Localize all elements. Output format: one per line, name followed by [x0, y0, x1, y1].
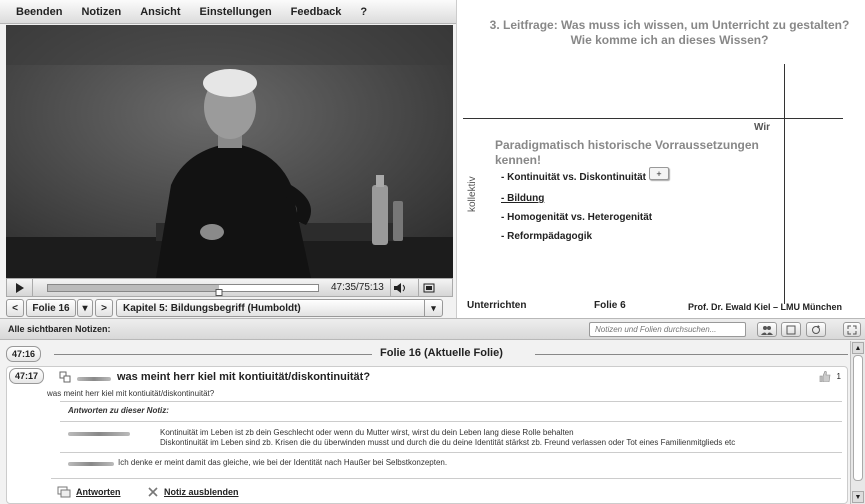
diagram-horizontal-axis: [463, 118, 843, 119]
reply-link[interactable]: Antworten: [57, 486, 121, 498]
bullet-bildung-text: - Bildung: [501, 193, 545, 204]
people-icon: [761, 325, 773, 335]
answer1-author-redacted: [68, 432, 130, 436]
slide-title-line2: Wie komme ich an dieses Wissen?: [570, 33, 769, 47]
document-icon: [786, 325, 796, 334]
expand-button[interactable]: [843, 322, 861, 337]
answers-section: Antworten zu dieser Notiz: Kontinuität i…: [54, 401, 844, 473]
menu-bar: Beenden Notizen Ansicht Einstellungen Fe…: [0, 0, 456, 24]
volume-button[interactable]: [389, 279, 412, 296]
scroll-thumb[interactable]: [853, 355, 863, 481]
slide-footer-right: Prof. Dr. Ewald Kiel – LMU München: [688, 302, 843, 312]
reply-icon: [57, 486, 71, 498]
refresh-icon: [812, 324, 820, 334]
seek-bar[interactable]: [47, 283, 319, 296]
notes-label: Alle sichtbaren Notizen:: [8, 324, 111, 334]
time-display: 47:35/75:13: [331, 282, 384, 293]
slide-footer-center: Folie 6: [594, 300, 626, 311]
prev-slide-button[interactable]: <: [6, 299, 24, 317]
player-controls: 47:35/75:13: [6, 278, 453, 297]
note-body: was meint herr kiel mit kontiuität/disko…: [47, 389, 215, 398]
filter-button[interactable]: [757, 322, 777, 337]
separator-line-right: [535, 354, 848, 355]
answer2-author-redacted: [68, 462, 114, 466]
refresh-button[interactable]: [806, 322, 826, 337]
fullscreen-button[interactable]: [417, 279, 440, 296]
seek-progress: [48, 284, 219, 291]
hide-label: Notiz ausblenden: [164, 487, 239, 497]
like-count: 1: [836, 372, 841, 381]
chapter-selector[interactable]: Kapitel 5: Bildungsbegriff (Humboldt) ▾: [116, 299, 443, 317]
note-timestamp-button[interactable]: 47:17: [9, 368, 45, 384]
export-button[interactable]: [781, 322, 801, 337]
fullscreen-icon: [423, 283, 435, 292]
slide-navigation: < Folie 16 ▾ > Kapitel 5: Bildungsbegrif…: [6, 299, 453, 317]
slide-view: 3. Leitfrage: Was muss ich wissen, um Un…: [456, 0, 865, 318]
bullet-homogenitaet: - Homogenität vs. Heterogenität: [501, 212, 653, 223]
video-frame: [6, 25, 453, 278]
menu-ansicht[interactable]: Ansicht: [140, 6, 180, 18]
answer1-line1: Kontinuität im Leben ist zb dein Geschle…: [160, 428, 574, 437]
scroll-down-icon[interactable]: ▼: [852, 491, 864, 503]
note-title: was meint herr kiel mit kontiuität/disko…: [117, 371, 371, 383]
expand-icon: [847, 325, 857, 334]
like-control[interactable]: 1: [819, 371, 841, 382]
slide-title: 3. Leitfrage: Was muss ich wissen, um Un…: [457, 18, 865, 48]
divider: [60, 452, 842, 453]
search-input[interactable]: [589, 322, 746, 337]
answers-heading: Antworten zu dieser Notiz:: [68, 406, 169, 415]
slide-selector[interactable]: Folie 16: [26, 299, 76, 317]
reply-label: Antworten: [76, 487, 121, 497]
slide-dropdown-button[interactable]: ▾: [77, 299, 93, 317]
separator-line-left: [54, 354, 372, 355]
bullet-bildung[interactable]: - Bildung: [501, 193, 544, 204]
axis-label-wir: Wir: [754, 122, 771, 133]
menu-feedback[interactable]: Feedback: [291, 6, 342, 18]
answer1-line2: Diskontinuität im Leben sind zb. Krisen …: [160, 438, 736, 447]
chapter-label: Kapitel 5: Bildungsbegriff (Humboldt): [123, 302, 301, 314]
divider: [60, 401, 842, 402]
menu-help[interactable]: ?: [360, 6, 367, 18]
add-note-button[interactable]: +: [649, 167, 669, 180]
notes-scrollbar[interactable]: ▲ ▼: [850, 341, 865, 504]
speaker-icon: [394, 282, 406, 293]
hide-note-link[interactable]: Notiz ausblenden: [147, 486, 239, 498]
bullet-reformpaedagogik: - Reformpädagogik: [501, 231, 593, 242]
notes-list: 47:16 Folie 16 (Aktuelle Folie) 47:17 wa…: [0, 341, 850, 504]
thumbs-up-icon: [819, 371, 830, 382]
answer2-text: Ich denke er meint damit das gleiche, wi…: [118, 458, 448, 467]
lecture-video[interactable]: [6, 25, 453, 278]
author-name-redacted: [77, 377, 111, 381]
folie-timestamp-button[interactable]: 47:16: [6, 346, 42, 362]
bullet-kontinuitaet: - Kontinuität vs. Diskontinuität: [501, 172, 646, 183]
folie-label: Folie 16 (Aktuelle Folie): [380, 347, 503, 359]
menu-beenden[interactable]: Beenden: [16, 6, 62, 18]
slide-title-line1: 3. Leitfrage: Was muss ich wissen, um Un…: [489, 18, 850, 32]
seek-handle[interactable]: [215, 288, 223, 296]
hide-icon: [148, 487, 158, 497]
scroll-up-icon[interactable]: ▲: [852, 342, 864, 354]
divider: [51, 478, 841, 479]
notes-toolbar: Alle sichtbaren Notizen:: [0, 318, 865, 340]
slide-subtitle: Paradigmatisch historische Vorraussetzun…: [495, 138, 759, 167]
play-button[interactable]: [7, 279, 33, 296]
note-card: 47:17 was meint herr kiel mit kontiuität…: [6, 366, 848, 504]
chevron-down-icon: ▾: [424, 300, 442, 316]
menu-notizen[interactable]: Notizen: [81, 6, 121, 18]
axis-label-kollektiv: kollektiv: [467, 176, 478, 212]
menu-einstellungen[interactable]: Einstellungen: [200, 6, 272, 18]
diagram-vertical-axis: [784, 64, 785, 304]
next-slide-button[interactable]: >: [95, 299, 113, 317]
divider: [60, 421, 842, 422]
slide-footer-left: Unterrichten: [467, 300, 527, 311]
play-icon: [15, 282, 24, 293]
user-group-icon: [59, 371, 71, 383]
